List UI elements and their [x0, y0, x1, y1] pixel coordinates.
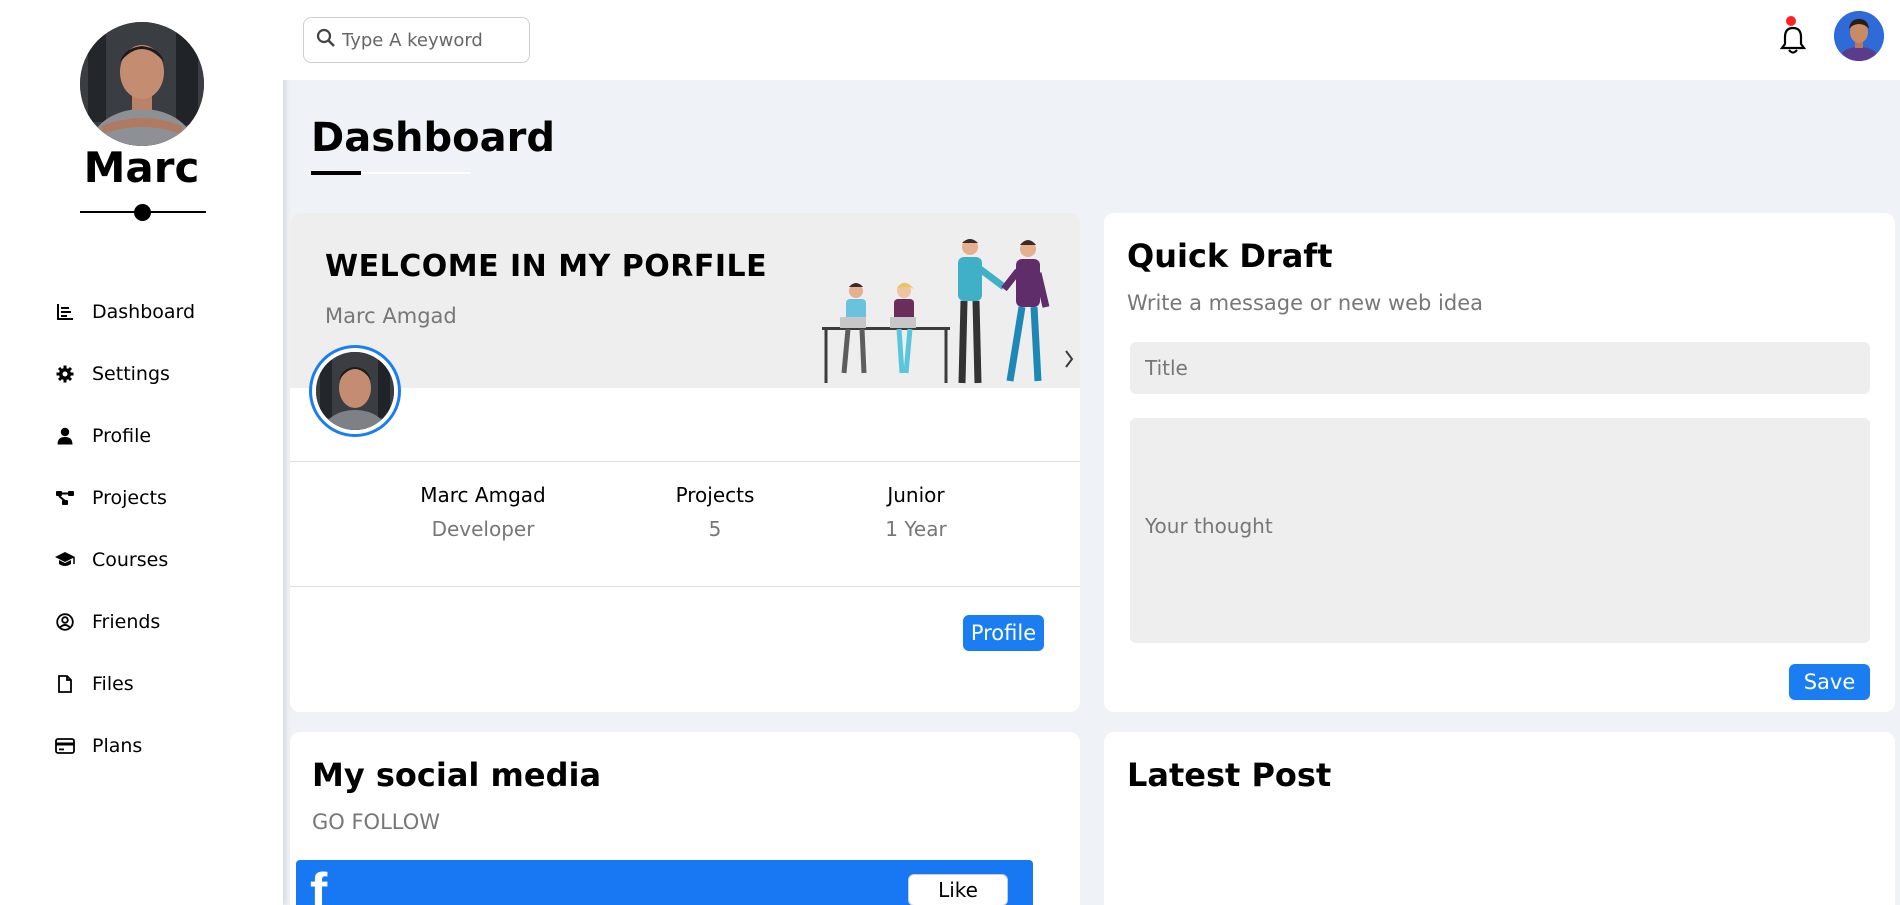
stat-key: Junior	[887, 483, 945, 507]
stat-projects: Projects 5	[615, 483, 815, 541]
sidebar-item-label: Profile	[92, 425, 152, 447]
latest-post-title: Latest Post	[1127, 756, 1332, 794]
bell-icon[interactable]	[1778, 24, 1808, 56]
facebook-like-button[interactable]: Like	[908, 874, 1008, 905]
sidebar-item-profile[interactable]: Profile	[0, 405, 283, 467]
social-media-card: My social media GO FOLLOW f Like	[290, 732, 1080, 905]
notification-dot	[1786, 16, 1796, 26]
quick-draft-subtitle: Write a message or new web idea	[1127, 291, 1484, 315]
sidebar-item-label: Dashboard	[92, 301, 196, 323]
welcome-divider-top	[290, 461, 1080, 462]
social-media-subtitle: GO FOLLOW	[312, 810, 441, 834]
stat-value: 5	[708, 517, 722, 541]
stat-key: Projects	[675, 483, 755, 507]
social-media-title: My social media	[312, 756, 602, 794]
draft-body-textarea[interactable]	[1130, 418, 1870, 643]
sidebar-item-dashboard[interactable]: Dashboard	[0, 281, 283, 343]
stat-value: 1 Year	[885, 517, 947, 541]
page-title: Dashboard	[311, 115, 555, 161]
sidebar-item-label: Settings	[92, 363, 170, 385]
sidebar-nav: Dashboard Settings Profile Projects Cour…	[0, 281, 283, 777]
graduation-cap-icon	[54, 549, 76, 571]
facebook-icon: f	[310, 863, 328, 905]
sidebar-item-label: Friends	[92, 611, 161, 633]
sidebar-item-plans[interactable]: Plans	[0, 715, 283, 777]
page-title-underline-track	[361, 172, 471, 174]
welcome-title: WELCOME IN MY PORFILE	[325, 249, 768, 284]
gear-icon	[54, 363, 76, 385]
welcome-card: WELCOME IN MY PORFILE Marc Amgad Marc Am…	[290, 213, 1080, 712]
topbar	[283, 0, 1900, 80]
credit-card-icon	[54, 735, 76, 757]
welcome-avatar	[312, 348, 398, 434]
sidebar-name-divider-dot	[134, 204, 151, 221]
sidebar-item-settings[interactable]: Settings	[0, 343, 283, 405]
page-title-underline	[311, 171, 361, 175]
sidebar: Marc Dashboard Settings Profile Projects…	[0, 0, 283, 905]
user-avatar[interactable]	[1834, 11, 1884, 61]
diagram-icon	[54, 487, 76, 509]
sidebar-item-label: Plans	[92, 735, 143, 757]
sidebar-item-label: Projects	[92, 487, 167, 509]
facebook-bar[interactable]: f Like	[296, 860, 1033, 905]
stat-level: Junior 1 Year	[816, 483, 1016, 541]
search-icon	[316, 28, 336, 52]
chart-bar-icon	[54, 301, 76, 323]
save-button[interactable]: Save	[1789, 664, 1870, 700]
sidebar-item-projects[interactable]: Projects	[0, 467, 283, 529]
draft-title-input[interactable]	[1130, 342, 1870, 394]
stat-key: Marc Amgad	[420, 483, 546, 507]
welcome-illustration	[814, 233, 1076, 388]
sidebar-item-label: Courses	[92, 549, 169, 571]
search-input[interactable]	[342, 29, 522, 51]
welcome-stats: Marc Amgad Developer Projects 5 Junior 1…	[290, 483, 1080, 593]
quick-draft-card: Quick Draft Write a message or new web i…	[1104, 213, 1895, 712]
sidebar-item-courses[interactable]: Courses	[0, 529, 283, 591]
latest-post-card: Latest Post	[1104, 732, 1895, 905]
profile-button[interactable]: Profile	[963, 615, 1044, 651]
sidebar-username: Marc	[83, 143, 200, 192]
quick-draft-title: Quick Draft	[1127, 237, 1333, 275]
welcome-header: WELCOME IN MY PORFILE Marc Amgad	[290, 213, 1080, 388]
welcome-subtitle: Marc Amgad	[325, 304, 457, 328]
user-circle-icon	[54, 611, 76, 633]
sidebar-item-label: Files	[92, 673, 134, 695]
welcome-divider-bottom	[290, 586, 1080, 587]
sidebar-item-files[interactable]: Files	[0, 653, 283, 715]
user-icon	[54, 425, 76, 447]
stat-name: Marc Amgad Developer	[383, 483, 583, 541]
sidebar-avatar	[80, 22, 204, 146]
sidebar-item-friends[interactable]: Friends	[0, 591, 283, 653]
search-box[interactable]	[303, 17, 530, 63]
file-icon	[54, 673, 76, 695]
stat-value: Developer	[431, 517, 535, 541]
